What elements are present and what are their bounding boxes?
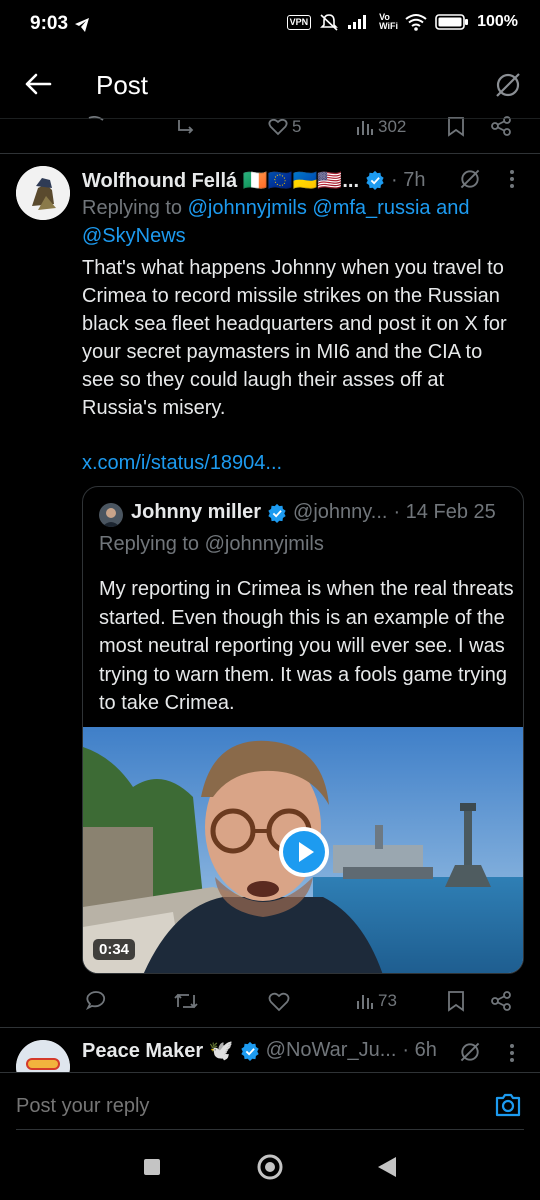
- post-link[interactable]: x.com/i/status/18904...: [82, 452, 282, 475]
- quote-replying-label: Replying to: [99, 533, 205, 555]
- video-player[interactable]: 0:34: [83, 727, 523, 973]
- back-icon[interactable]: [376, 1155, 398, 1179]
- verified-badge-icon: [241, 1041, 259, 1061]
- quote-author-name: Johnny miller: [131, 501, 262, 523]
- header-divider: [0, 118, 540, 119]
- share-icon[interactable]: [490, 991, 512, 1011]
- views-action[interactable]: 302: [356, 117, 406, 137]
- quoted-post[interactable]: Johnny miller @johnny... · 14 Feb 25 Rep…: [82, 486, 524, 974]
- grok-icon[interactable]: [494, 71, 522, 99]
- reply-icon[interactable]: [84, 990, 106, 1012]
- next-author-handle: @NoWar_Ju...: [265, 1039, 397, 1061]
- replying-to: Replying to @johnnyjmils @mfa_russia and…: [82, 194, 522, 250]
- grok-icon[interactable]: [458, 167, 482, 191]
- heart-icon: [268, 118, 288, 136]
- header: Post: [0, 52, 540, 118]
- system-nav-bar: [0, 1140, 540, 1200]
- author-avatar[interactable]: [16, 166, 70, 220]
- post-time: · 7h: [391, 168, 426, 191]
- view-count: 73: [378, 991, 397, 1010]
- next-author-name[interactable]: Peace Maker 🕊️: [82, 1038, 234, 1063]
- verified-badge-icon: [366, 170, 384, 190]
- like-action[interactable]: 5: [268, 117, 301, 137]
- like-count: 5: [292, 117, 302, 136]
- post-text: That's what happens Johnny when you trav…: [82, 257, 507, 419]
- quote-replying-to: Replying to @johnnyjmils: [99, 533, 324, 556]
- replying-to-skynews[interactable]: @SkyNews: [82, 225, 186, 247]
- bookmark-icon[interactable]: [447, 117, 465, 137]
- reply-composer: [0, 1072, 540, 1142]
- replying-to-handles[interactable]: @johnnyjmils @mfa_russia and: [188, 197, 470, 219]
- mute-bell-icon: [320, 14, 339, 31]
- quote-replying-handle: @johnnyjmils: [204, 533, 324, 555]
- share-icon[interactable]: [490, 116, 512, 136]
- replying-to-label: Replying to: [82, 197, 188, 219]
- verified-badge-icon: [268, 503, 286, 523]
- avatar-image: [99, 503, 123, 527]
- video-duration: 0:34: [93, 939, 136, 960]
- views-icon: [357, 121, 373, 135]
- view-count: 302: [378, 117, 407, 136]
- reply-underline: [16, 1129, 524, 1130]
- camera-icon[interactable]: [494, 1092, 522, 1118]
- more-options-icon[interactable]: [508, 168, 516, 190]
- vowifi-label: Vo WiFi: [379, 12, 398, 31]
- vpn-badge: VPN: [286, 14, 312, 30]
- avatar-image: [16, 166, 70, 220]
- back-arrow-icon[interactable]: [24, 72, 52, 96]
- views-action[interactable]: 73: [356, 991, 397, 1011]
- status-icons: VPN Vo WiFi 100%: [286, 12, 518, 31]
- bookmark-icon[interactable]: [447, 991, 465, 1012]
- post-divider: [0, 1027, 540, 1028]
- play-button[interactable]: [279, 827, 329, 877]
- quote-date: · 14 Feb 25: [393, 501, 496, 523]
- telegram-icon: [75, 18, 89, 32]
- quote-text: My reporting in Crimea is when the real …: [99, 578, 514, 714]
- post-divider: [0, 153, 540, 154]
- like-icon[interactable]: [268, 992, 290, 1012]
- quote-author-avatar: [99, 503, 123, 527]
- signal-icon: [348, 15, 367, 29]
- battery-icon: [435, 14, 469, 30]
- play-icon: [283, 831, 325, 873]
- status-time: 9:03: [30, 13, 69, 34]
- author-name[interactable]: Wolfhound Fellá 🇮🇪🇪🇺🇺🇦🇺🇸...: [82, 168, 359, 193]
- more-options-icon[interactable]: [508, 1042, 516, 1064]
- next-author-line: Peace Maker 🕊️ @NoWar_Ju... · 6h: [82, 1038, 502, 1063]
- page-title: Post: [96, 70, 149, 100]
- home-icon[interactable]: [256, 1153, 284, 1181]
- status-bar: 9:03 VPN Vo WiFi 100%: [0, 0, 540, 52]
- views-icon: [357, 995, 373, 1009]
- reply-divider-top: [0, 1072, 540, 1073]
- recents-icon[interactable]: [142, 1157, 162, 1177]
- quote-author-handle: @johnny...: [293, 501, 388, 523]
- author-line: Wolfhound Fellá 🇮🇪🇪🇺🇺🇦🇺🇸... · 7h: [82, 166, 502, 194]
- repost-icon[interactable]: [176, 118, 198, 134]
- battery-percent: 100%: [477, 13, 518, 30]
- grok-icon[interactable]: [458, 1040, 482, 1064]
- wifi-icon: [405, 14, 427, 31]
- reply-input[interactable]: [16, 1088, 456, 1124]
- quote-author-line: Johnny miller @johnny... · 14 Feb 25: [131, 501, 521, 524]
- repost-icon[interactable]: [174, 991, 198, 1011]
- next-post-time: · 6h: [402, 1039, 437, 1061]
